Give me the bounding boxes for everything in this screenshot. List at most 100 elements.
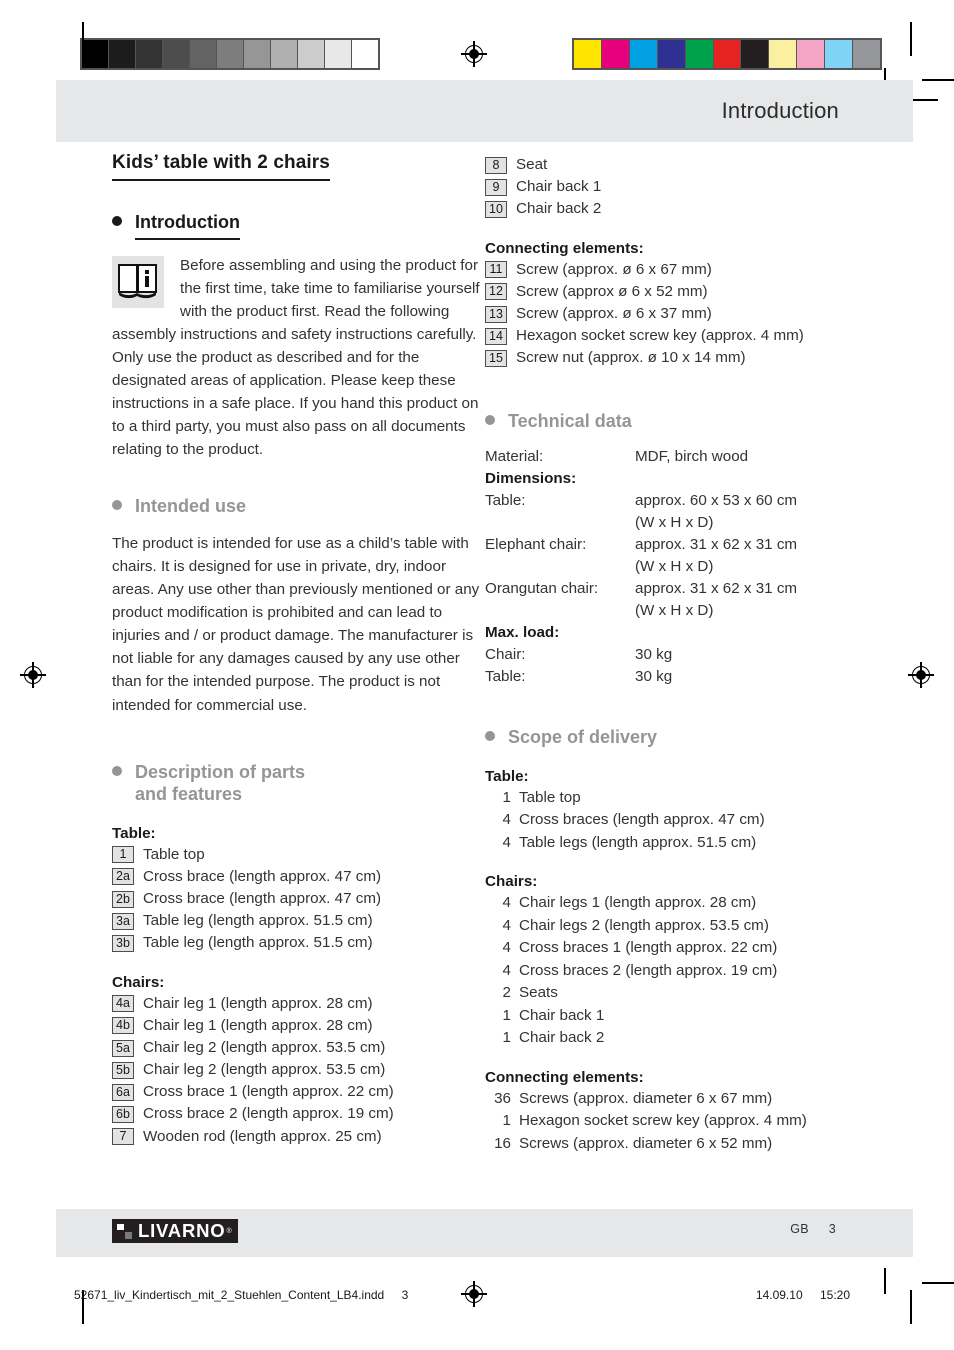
calibration-swatch <box>768 40 797 68</box>
calibration-swatch <box>712 40 741 68</box>
calibration-swatch <box>351 40 378 68</box>
parts-list-item: 2a Cross brace (length approx. 47 cm) <box>112 866 485 888</box>
scope-list-item: 4 Cross braces 2 (length approx. 19 cm) <box>485 960 858 983</box>
part-number-box: 4b <box>112 1017 134 1035</box>
scope-quantity: 16 <box>494 1134 511 1152</box>
scope-quantity: 2 <box>502 984 511 1002</box>
scope-quantity: 1 <box>502 1112 511 1130</box>
part-label: Screw (approx. ø 6 x 67 mm) <box>516 260 712 278</box>
calibration-swatch <box>243 40 270 68</box>
calibration-swatch <box>740 40 769 68</box>
parts-list-item: 2b Cross brace (length approx. 47 cm) <box>112 888 485 910</box>
part-number-box: 15 <box>485 349 507 367</box>
page-number: 3 <box>828 1222 836 1236</box>
parts-list-item: 8 Seat <box>485 154 858 176</box>
part-label: Table top <box>143 845 205 863</box>
info-book-icon <box>112 255 164 308</box>
print-filename-meta: 52671_liv_Kindertisch_mit_2_Stuehlen_Con… <box>74 1288 408 1302</box>
subheading-table: Table: <box>112 824 156 842</box>
part-label: Hexagon socket screw key (approx. 4 mm) <box>516 327 804 345</box>
parts-list-item: 4b Chair leg 1 (length approx. 28 cm) <box>112 1015 485 1037</box>
page-marker: GB 3 <box>790 1222 836 1236</box>
calibration-swatch <box>108 40 135 68</box>
left-column: Kids’ table with 2 chairs Introduction B… <box>112 152 485 1155</box>
calibration-swatch <box>135 40 162 68</box>
scope-label: Table top <box>519 788 581 806</box>
parts-list-connecting-elements: 11 Screw (approx. ø 6 x 67 mm) 12 Screw (ap… <box>485 259 858 370</box>
parts-list-item: 4a Chair leg 1 (length approx. 28 cm) <box>112 993 485 1015</box>
calibration-swatch <box>270 40 297 68</box>
section-heading-scope-of-delivery: Scope of delivery <box>485 726 858 749</box>
parts-list-item: 10 Chair back 2 <box>485 198 858 220</box>
section-title-introduction: Introduction <box>135 211 240 240</box>
section-title-technical-data: Technical data <box>508 410 632 431</box>
livarno-wordmark: LIVARNO <box>138 1219 226 1241</box>
part-number-box: 9 <box>485 178 507 196</box>
scope-quantity: 1 <box>502 1006 511 1024</box>
scope-quantity: 1 <box>502 788 511 806</box>
part-number-box: 14 <box>485 327 507 345</box>
subheading-scope-connecting-elements: Connecting elements: <box>485 1068 644 1086</box>
part-number-box: 12 <box>485 283 507 301</box>
scope-list-table: 1 Table top 4 Cross braces (length approx. … <box>485 787 858 855</box>
scope-label: Hexagon socket screw key (approx. 4 mm) <box>519 1112 807 1130</box>
print-time-value: 15:20 <box>819 1288 850 1302</box>
spec-label: Chair: <box>485 646 526 664</box>
description-heading-line2: and features <box>135 784 243 805</box>
part-label: Chair leg 1 (length approx. 28 cm) <box>143 1016 373 1034</box>
scope-quantity: 4 <box>502 916 511 934</box>
scope-list-item: 36 Screws (approx. diameter 6 x 67 mm) <box>485 1088 858 1111</box>
parts-list-item: 15 Screw nut (approx. ø 10 x 14 mm) <box>485 347 858 369</box>
scope-label: Seats <box>519 984 558 1002</box>
calibration-swatch <box>216 40 243 68</box>
scope-list-item: 4 Cross braces 1 (length approx. 22 cm) <box>485 937 858 960</box>
subheading-connecting-elements: Connecting elements: <box>485 239 644 257</box>
spec-value: 30 kg <box>635 646 673 664</box>
parts-list-chairs: 4a Chair leg 1 (length approx. 28 cm) 4b Ch… <box>112 993 485 1148</box>
scope-quantity: 36 <box>494 1089 511 1107</box>
calibration-swatch <box>796 40 825 68</box>
scope-quantity: 4 <box>502 894 511 912</box>
introduction-block: Before assembling and using the product … <box>112 254 485 462</box>
registration-mark-top <box>461 41 487 67</box>
part-label: Wooden rod (length approx. 25 cm) <box>143 1127 382 1145</box>
document-page: Introduction Kids’ table with 2 chairs I… <box>0 0 954 1350</box>
parts-list-item: 5a Chair leg 2 (length approx. 53.5 cm) <box>112 1037 485 1059</box>
part-number-box: 6a <box>112 1083 134 1101</box>
parts-list-item: 7 Wooden rod (length approx. 25 cm) <box>112 1126 485 1148</box>
spec-label: Table: <box>485 668 526 686</box>
part-number-box: 7 <box>112 1128 134 1146</box>
technical-data-table: Material: MDF, birch wood Dimensions: Table… <box>485 446 858 688</box>
spec-row: Chair: 30 kg <box>485 644 858 666</box>
parts-list-item: 5b Chair leg 2 (length approx. 53.5 cm) <box>112 1059 485 1081</box>
section-title-description: Description of parts and features <box>135 761 305 806</box>
scope-list-item: 1 Hexagon socket screw key (approx. 4 mm) <box>485 1110 858 1133</box>
page-header-title: Introduction <box>721 98 839 123</box>
parts-list-item: 6b Cross brace 2 (length approx. 19 cm) <box>112 1103 485 1125</box>
crop-mark-top-left-vertical <box>82 22 84 56</box>
spec-label: Elephant chair: <box>485 536 587 554</box>
part-label: Screw (approx. ø 6 x 37 mm) <box>516 304 712 322</box>
calibration-swatch <box>684 40 713 68</box>
calibration-swatch <box>82 40 108 68</box>
print-filename: 52671_liv_Kindertisch_mit_2_Stuehlen_Con… <box>74 1288 385 1302</box>
part-label: Chair back 2 <box>516 200 602 218</box>
part-number-box: 3b <box>112 934 134 952</box>
spec-value <box>635 468 858 490</box>
calibration-swatch <box>824 40 853 68</box>
scope-label: Chair legs 2 (length approx. 53.5 cm) <box>519 916 769 934</box>
bullet-icon <box>112 765 122 776</box>
scope-list-connecting-elements: 36 Screws (approx. diameter 6 x 67 mm) 1 He… <box>485 1088 858 1156</box>
print-timestamp: 14.09.10 15:20 <box>756 1288 850 1302</box>
parts-list-item: 14 Hexagon socket screw key (approx. 4 mm… <box>485 325 858 347</box>
bullet-icon <box>485 414 495 425</box>
parts-list-item: 3b Table leg (length approx. 51.5 cm) <box>112 932 485 954</box>
calibration-swatch <box>852 40 880 68</box>
registration-mark-right <box>908 662 934 688</box>
page-content: Kids’ table with 2 chairs Introduction B… <box>112 152 858 1155</box>
scope-list-chairs: 4 Chair legs 1 (length approx. 28 cm) 4 Cha… <box>485 892 858 1050</box>
scope-label: Cross braces 2 (length approx. 19 cm) <box>519 961 778 979</box>
crop-mark-footer-right-horizontal <box>922 1282 954 1284</box>
part-number-box: 5a <box>112 1039 134 1057</box>
part-number-box: 5b <box>112 1061 134 1079</box>
